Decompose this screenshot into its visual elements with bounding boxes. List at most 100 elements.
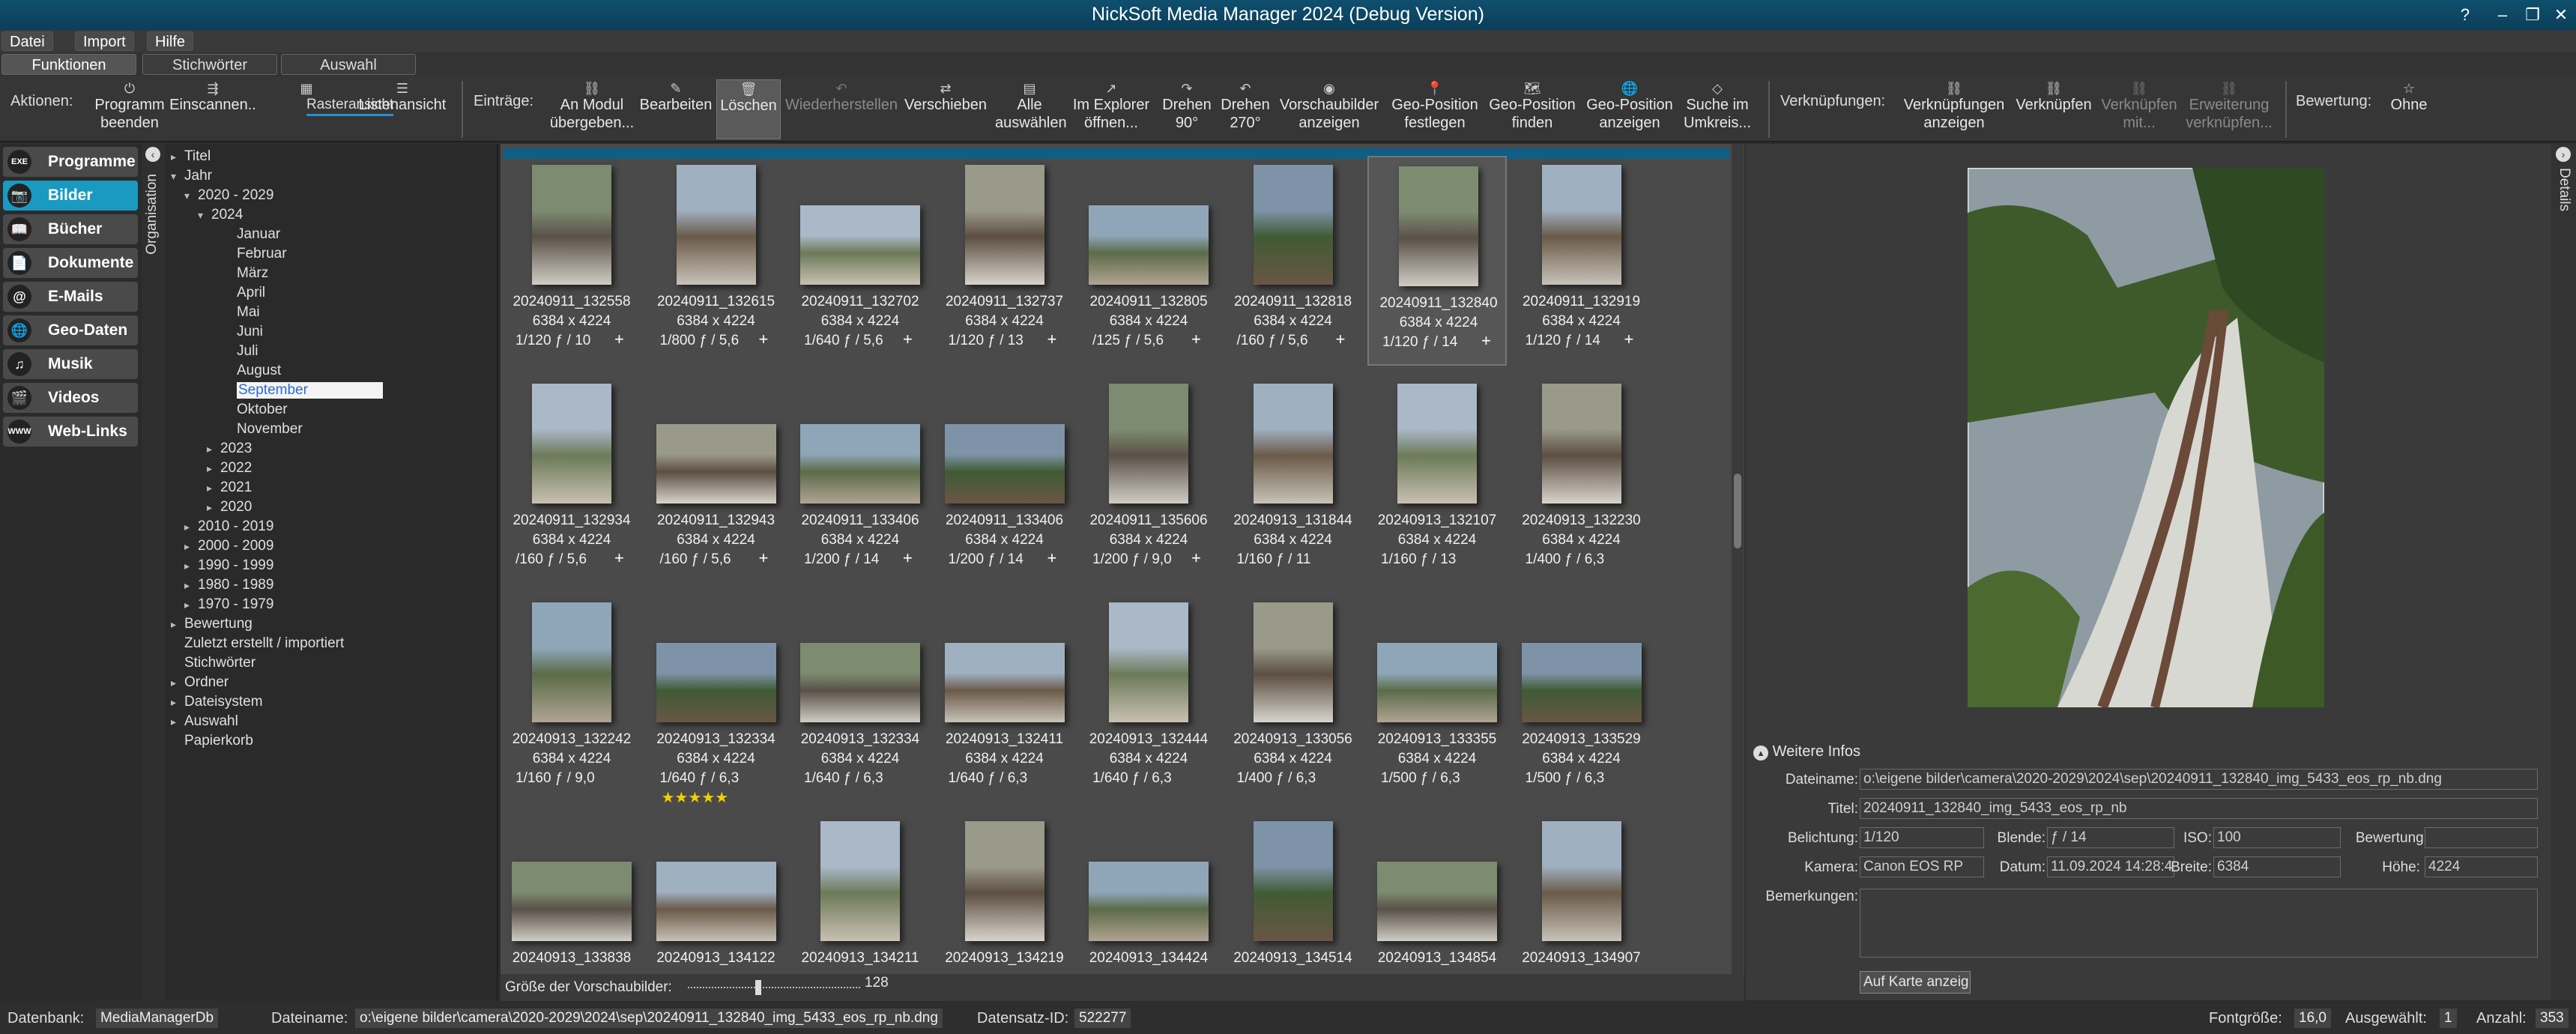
tab-stichwoerter[interactable]: Stichwörter xyxy=(142,54,277,75)
auf-karte-button[interactable]: Auf Karte anzeig xyxy=(1860,971,1971,994)
tree-item[interactable]: ▸ 2023 xyxy=(207,441,252,457)
geo-plus-icon[interactable]: + xyxy=(903,330,913,349)
tree-item[interactable]: Mai xyxy=(237,304,260,321)
bearbeiten-button[interactable]: ✎ Bearbeiten xyxy=(638,79,713,139)
tree-item[interactable]: ▸ Ordner xyxy=(171,674,229,691)
thumbnail-item[interactable]: 20240911_132805 6384 x 4224/125 ƒ / 5,6 + xyxy=(1079,156,1218,366)
details-strip[interactable]: › Details xyxy=(2551,144,2576,1000)
drehen-90-button[interactable]: ↷ Drehen 90° xyxy=(1157,79,1217,139)
thumbnail-item[interactable]: 20240913_132107 6384 x 4224 1/160 ƒ / 13 xyxy=(1367,375,1507,584)
tree-item[interactable]: Februar xyxy=(237,246,287,262)
geo-plus-icon[interactable]: + xyxy=(759,330,769,349)
scrollbar-thumb[interactable] xyxy=(1734,474,1741,548)
verknuepfen-button[interactable]: ⛓ Verknüpfen xyxy=(2013,79,2095,139)
restore-button[interactable]: ❐ xyxy=(2518,3,2548,27)
nav-programme[interactable]: EXE Programme xyxy=(3,147,138,177)
belichtung-field[interactable]: 1/120 xyxy=(1860,827,1984,848)
rasteransicht-button[interactable]: ▦ Rasteransicht xyxy=(259,79,394,139)
geo-plus-icon[interactable]: + xyxy=(1336,330,1346,349)
geo-plus-icon[interactable]: + xyxy=(1047,548,1057,568)
geo-plus-icon[interactable]: + xyxy=(1047,330,1057,349)
nav-videos[interactable]: 🎬 Videos xyxy=(3,383,138,413)
datum-field[interactable]: 11.09.2024 14:28:4 xyxy=(2047,856,2174,877)
geo-anzeigen-button[interactable]: 🌐 Geo-Position anzeigen xyxy=(1582,79,1677,139)
thumbnail-item[interactable]: 20240913_133056 6384 x 4224 1/400 ƒ / 6,3 xyxy=(1224,593,1363,803)
tree-item[interactable]: Zuletzt erstellt / importiert xyxy=(184,635,344,652)
nav-dokumente[interactable]: 📄 Dokumente xyxy=(3,248,138,278)
dateiname-field[interactable]: o:\eigene bilder\camera\2020-2029\2024\s… xyxy=(1860,769,2538,790)
geo-festlegen-button[interactable]: 📍 Geo-Position festlegen xyxy=(1388,79,1482,139)
nav-musik[interactable]: ♫ Musik xyxy=(3,349,138,379)
nav-emails[interactable]: @ E-Mails xyxy=(3,282,138,312)
einscannen-button[interactable]: ⇶ Einscannen.. xyxy=(168,79,258,139)
thumbnail-item[interactable]: 20240911_132558 6384 x 4224 1/120 ƒ / 10 + xyxy=(502,156,641,366)
verknuepfen-mit-button[interactable]: ⛓ Verknüpfen mit... xyxy=(2098,79,2180,139)
wiederherstellen-button[interactable]: ↶ Wiederherstellen xyxy=(782,79,901,139)
tree-item[interactable]: ▸ Titel xyxy=(171,148,211,165)
tree-item[interactable]: Papierkorb xyxy=(184,733,253,749)
tree-item[interactable]: ▸ 2020 xyxy=(207,499,252,516)
geo-finden-button[interactable]: 🗺 Geo-Position finden xyxy=(1485,79,1579,139)
thumbnail-item[interactable]: 20240911_133406 6384 x 4224 1/200 ƒ / 14 + xyxy=(935,375,1074,584)
thumbnail-item[interactable]: 20240911_132615 6384 x 4224 1/800 ƒ / 5,6 + xyxy=(647,156,786,366)
tree-item-selected[interactable]: September xyxy=(237,382,383,399)
thumbnail-item[interactable]: 20240911_132934 6384 x 4224/160 ƒ / 5,6 + xyxy=(502,375,641,584)
nav-geo-daten[interactable]: 🌐 Geo-Daten xyxy=(3,315,138,345)
breite-field[interactable]: 6384 xyxy=(2213,856,2341,877)
geo-plus-icon[interactable]: + xyxy=(1624,330,1634,349)
menu-hilfe[interactable]: Hilfe xyxy=(147,31,194,51)
loeschen-button[interactable]: 🗑 Löschen xyxy=(716,79,781,139)
thumbnail-item[interactable]: 20240911_135606 6384 x 4224 1/200 ƒ / 9,0 + xyxy=(1079,375,1218,584)
blende-field[interactable]: ƒ / 14 xyxy=(2047,827,2174,848)
tree-item[interactable]: ▸ 1980 - 1989 xyxy=(184,577,273,593)
tree-item[interactable]: ▸ 1990 - 1999 xyxy=(184,557,273,574)
thumbnail-item[interactable]: 20240913_132334 6384 x 4224 1/640 ƒ / 6,3 xyxy=(790,593,930,803)
tree-item[interactable]: Juni xyxy=(237,324,263,340)
geo-plus-icon[interactable]: + xyxy=(1191,330,1201,349)
titel-field[interactable]: 20240911_132840_img_5433_eos_rp_nb xyxy=(1860,798,2538,819)
nav-buecher[interactable]: 📖 Bücher xyxy=(3,214,138,244)
thumbnail-item[interactable]: 20240911_132943 6384 x 4224/160 ƒ / 5,6 + xyxy=(647,375,786,584)
nav-web-links[interactable]: WWW Web-Links xyxy=(3,417,138,447)
kamera-field[interactable]: Canon EOS RP xyxy=(1860,856,1984,877)
thumbnail-item[interactable]: 20240911_132818 6384 x 4224/160 ƒ / 5,6 + xyxy=(1224,156,1363,366)
tree-item[interactable]: November xyxy=(237,421,303,438)
suche-umkreis-button[interactable]: ◇ Suche im Umkreis... xyxy=(1678,79,1756,139)
close-button[interactable]: ✕ xyxy=(2546,3,2576,27)
geo-plus-icon[interactable]: + xyxy=(759,548,769,568)
hoehe-field[interactable]: 4224 xyxy=(2425,856,2538,877)
thumbnail-item[interactable]: 20240913_132334 6384 x 4224 1/640 ƒ / 6,3 ★… xyxy=(647,593,786,806)
geo-plus-icon[interactable]: + xyxy=(1481,331,1491,351)
thumbnail-item[interactable]: 20240913_133529 6384 x 4224 1/500 ƒ / 6,3 xyxy=(1512,593,1651,803)
listenansicht-button[interactable]: ☰ Listenansicht xyxy=(355,79,450,139)
tree-item[interactable]: ▸ 2000 - 2009 xyxy=(184,538,273,554)
thumbnail-item[interactable]: 20240911_132737 6384 x 4224 1/120 ƒ / 13 + xyxy=(935,156,1074,366)
thumbnail-item[interactable]: 20240913_132230 6384 x 4224 1/400 ƒ / 6,3 xyxy=(1512,375,1651,584)
thumbnail-item[interactable]: 20240911_133406 6384 x 4224 1/200 ƒ / 14 + xyxy=(790,375,930,584)
geo-plus-icon[interactable]: + xyxy=(614,548,624,568)
tree-item[interactable]: April xyxy=(237,285,265,301)
tree-item[interactable]: März xyxy=(237,265,268,282)
thumbnail-item[interactable]: 20240911_132702 6384 x 4224 1/640 ƒ / 5,6 + xyxy=(790,156,930,366)
thumbnail-item[interactable]: 20240913_131844 6384 x 4224 1/160 ƒ / 11 xyxy=(1224,375,1363,584)
thumbnail-item[interactable]: 20240911_132919 6384 x 4224 1/120 ƒ / 14 + xyxy=(1512,156,1651,366)
thumbnail-item[interactable]: 20240911_132840 6384 x 4224 1/120 ƒ / 14 + xyxy=(1367,156,1507,366)
tab-funktionen[interactable]: Funktionen xyxy=(1,54,136,75)
thumbnail-item[interactable]: 20240913_132242 6384 x 4224 1/160 ƒ / 9,0 xyxy=(502,593,641,803)
tab-auswahl[interactable]: Auswahl xyxy=(281,54,416,75)
organisation-strip[interactable]: ‹ Organisation xyxy=(142,144,165,1000)
tree-item[interactable]: Oktober xyxy=(237,402,288,418)
minimize-button[interactable]: – xyxy=(2488,3,2518,27)
tree-item[interactable]: ▾ 2020 - 2029 xyxy=(184,187,273,204)
tree-item[interactable]: ▸ 1970 - 1979 xyxy=(184,596,273,613)
info-header[interactable]: ▴ Weitere Infos xyxy=(1753,743,1860,761)
tree-item[interactable]: ▾ 2024 xyxy=(198,207,243,223)
bewertung-field[interactable] xyxy=(2425,827,2538,848)
bemerkungen-field[interactable] xyxy=(1860,889,2538,958)
tree-item[interactable]: ▸ 2021 xyxy=(207,480,252,496)
geo-plus-icon[interactable]: + xyxy=(614,330,624,349)
tree-item[interactable]: Juli xyxy=(237,343,258,360)
tree-item[interactable]: ▸ Auswahl xyxy=(171,713,238,730)
thumbnail-item[interactable]: 20240913_133355 6384 x 4224 1/500 ƒ / 6,3 xyxy=(1367,593,1507,803)
vorschaubilder-button[interactable]: ◉ Vorschaubilder anzeigen xyxy=(1274,79,1385,139)
